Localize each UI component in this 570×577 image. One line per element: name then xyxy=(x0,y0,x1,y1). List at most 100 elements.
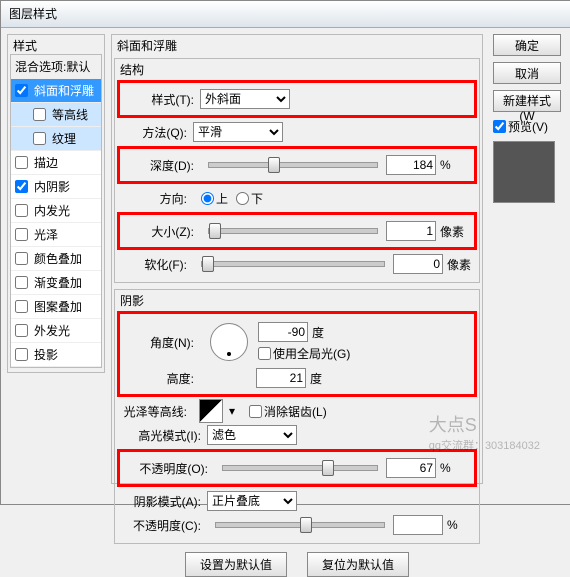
soften-unit: 像素 xyxy=(447,256,477,273)
altitude-input[interactable] xyxy=(256,368,306,388)
preview-checkbox[interactable] xyxy=(493,120,506,133)
style-item-checkbox[interactable] xyxy=(15,228,28,241)
tech-select[interactable]: 平滑 xyxy=(193,122,283,142)
angle-dial[interactable] xyxy=(210,323,248,361)
hl-mode-label: 高光模式(I): xyxy=(117,427,207,444)
sh-opacity-slider[interactable] xyxy=(215,522,385,528)
hl-mode-select[interactable]: 滤色 xyxy=(207,425,297,445)
style-item-checkbox[interactable] xyxy=(15,156,28,169)
style-item[interactable]: 颜色叠加 xyxy=(11,247,101,271)
style-item-label: 投影 xyxy=(34,346,58,363)
style-item[interactable]: 外发光 xyxy=(11,319,101,343)
size-label: 大小(Z): xyxy=(124,223,200,240)
highlight-angle: 角度(N): 度 使用全局光(G) 高度: xyxy=(117,311,477,397)
style-item[interactable]: 渐变叠加 xyxy=(11,271,101,295)
depth-input[interactable] xyxy=(386,155,436,175)
size-slider[interactable] xyxy=(208,228,378,234)
sh-opacity-label: 不透明度(C): xyxy=(117,517,207,534)
window-title: 图层样式 xyxy=(9,7,57,21)
style-item[interactable]: 光泽 xyxy=(11,223,101,247)
style-item-checkbox[interactable] xyxy=(15,300,28,313)
style-item[interactable]: 斜面和浮雕 xyxy=(11,79,101,103)
angle-unit: 度 xyxy=(312,324,342,341)
depth-slider[interactable] xyxy=(208,162,378,168)
main-title: 斜面和浮雕 xyxy=(114,37,180,54)
style-item-label: 图案叠加 xyxy=(34,298,82,315)
size-input[interactable] xyxy=(386,221,436,241)
style-item-checkbox[interactable] xyxy=(15,204,28,217)
style-item-label: 斜面和浮雕 xyxy=(34,82,94,99)
style-item-label: 等高线 xyxy=(52,106,88,123)
hl-opacity-unit: % xyxy=(440,461,470,475)
style-item[interactable]: 投影 xyxy=(11,343,101,367)
dir-down-radio[interactable] xyxy=(236,192,249,205)
reset-default-button[interactable]: 复位为默认值 xyxy=(307,552,409,577)
style-item-label: 外发光 xyxy=(34,322,70,339)
hl-opacity-label: 不透明度(O): xyxy=(124,460,214,477)
new-style-button[interactable]: 新建样式(W xyxy=(493,90,561,112)
hl-opacity-slider[interactable] xyxy=(222,465,378,471)
depth-unit: % xyxy=(440,158,470,172)
style-list: 混合选项:默认斜面和浮雕等高线纹理描边内阴影内发光光泽颜色叠加渐变叠加图案叠加外… xyxy=(10,54,102,368)
style-item-checkbox[interactable] xyxy=(15,180,28,193)
global-light-checkbox[interactable] xyxy=(258,347,271,360)
style-item[interactable]: 内发光 xyxy=(11,199,101,223)
style-item[interactable]: 纹理 xyxy=(11,127,101,151)
altitude-unit: 度 xyxy=(310,370,340,387)
soften-slider[interactable] xyxy=(201,261,385,267)
soften-label: 软化(F): xyxy=(117,256,193,273)
make-default-button[interactable]: 设置为默认值 xyxy=(185,552,287,577)
style-item-checkbox[interactable] xyxy=(33,132,46,145)
style-select[interactable]: 外斜面 xyxy=(200,89,290,109)
cancel-button[interactable]: 取消 xyxy=(493,62,561,84)
sh-mode-select[interactable]: 正片叠底 xyxy=(207,491,297,511)
angle-label: 角度(N): xyxy=(124,334,200,351)
styles-panel: 样式 混合选项:默认斜面和浮雕等高线纹理描边内阴影内发光光泽颜色叠加渐变叠加图案… xyxy=(7,34,105,490)
gloss-contour-picker[interactable] xyxy=(199,399,223,423)
right-panel: 确定 取消 新建样式(W 预览(V) xyxy=(489,34,565,490)
style-item[interactable]: 描边 xyxy=(11,151,101,175)
sh-opacity-unit: % xyxy=(447,518,477,532)
style-item-checkbox[interactable] xyxy=(15,276,28,289)
style-item[interactable]: 图案叠加 xyxy=(11,295,101,319)
style-item-label: 渐变叠加 xyxy=(34,274,82,291)
style-item-label: 纹理 xyxy=(52,130,76,147)
style-item-label: 颜色叠加 xyxy=(34,250,82,267)
ok-button[interactable]: 确定 xyxy=(493,34,561,56)
style-item-checkbox[interactable] xyxy=(15,252,28,265)
main-panel: 斜面和浮雕 结构 样式(T): 外斜面 方法(Q): 平滑 xyxy=(105,34,489,490)
sh-mode-label: 阴影模式(A): xyxy=(117,493,207,510)
titlebar: 图层样式 xyxy=(1,1,570,28)
style-item-checkbox[interactable] xyxy=(15,84,28,97)
preview-swatch xyxy=(493,141,555,203)
antialias-checkbox[interactable] xyxy=(249,405,262,418)
style-item-checkbox[interactable] xyxy=(15,348,28,361)
styles-header: 样式 xyxy=(10,37,40,54)
highlight-size: 大小(Z): 像素 xyxy=(117,212,477,250)
depth-label: 深度(D): xyxy=(124,157,200,174)
altitude-label: 高度: xyxy=(124,370,200,387)
highlight-opacity: 不透明度(O): % xyxy=(117,449,477,487)
structure-title: 结构 xyxy=(117,61,147,78)
shading-title: 阴影 xyxy=(117,292,147,309)
layer-style-dialog: 图层样式 样式 混合选项:默认斜面和浮雕等高线纹理描边内阴影内发光光泽颜色叠加渐… xyxy=(0,0,570,505)
style-item-label: 内发光 xyxy=(34,202,70,219)
sh-opacity-input[interactable] xyxy=(393,515,443,535)
style-item[interactable]: 等高线 xyxy=(11,103,101,127)
style-item-label: 描边 xyxy=(34,154,58,171)
dir-up-radio[interactable] xyxy=(201,192,214,205)
style-item[interactable]: 内阴影 xyxy=(11,175,101,199)
soften-input[interactable] xyxy=(393,254,443,274)
dir-label: 方向: xyxy=(117,190,193,207)
size-unit: 像素 xyxy=(440,223,470,240)
gloss-label: 光泽等高线: xyxy=(117,403,193,420)
style-item-checkbox[interactable] xyxy=(15,324,28,337)
chevron-down-icon[interactable]: ▾ xyxy=(229,404,235,418)
angle-input[interactable] xyxy=(258,322,308,342)
style-item-label: 光泽 xyxy=(34,226,58,243)
style-label: 样式(T): xyxy=(124,91,200,108)
blend-options-item[interactable]: 混合选项:默认 xyxy=(11,55,101,79)
highlight-depth: 深度(D): % xyxy=(117,146,477,184)
style-item-checkbox[interactable] xyxy=(33,108,46,121)
hl-opacity-input[interactable] xyxy=(386,458,436,478)
